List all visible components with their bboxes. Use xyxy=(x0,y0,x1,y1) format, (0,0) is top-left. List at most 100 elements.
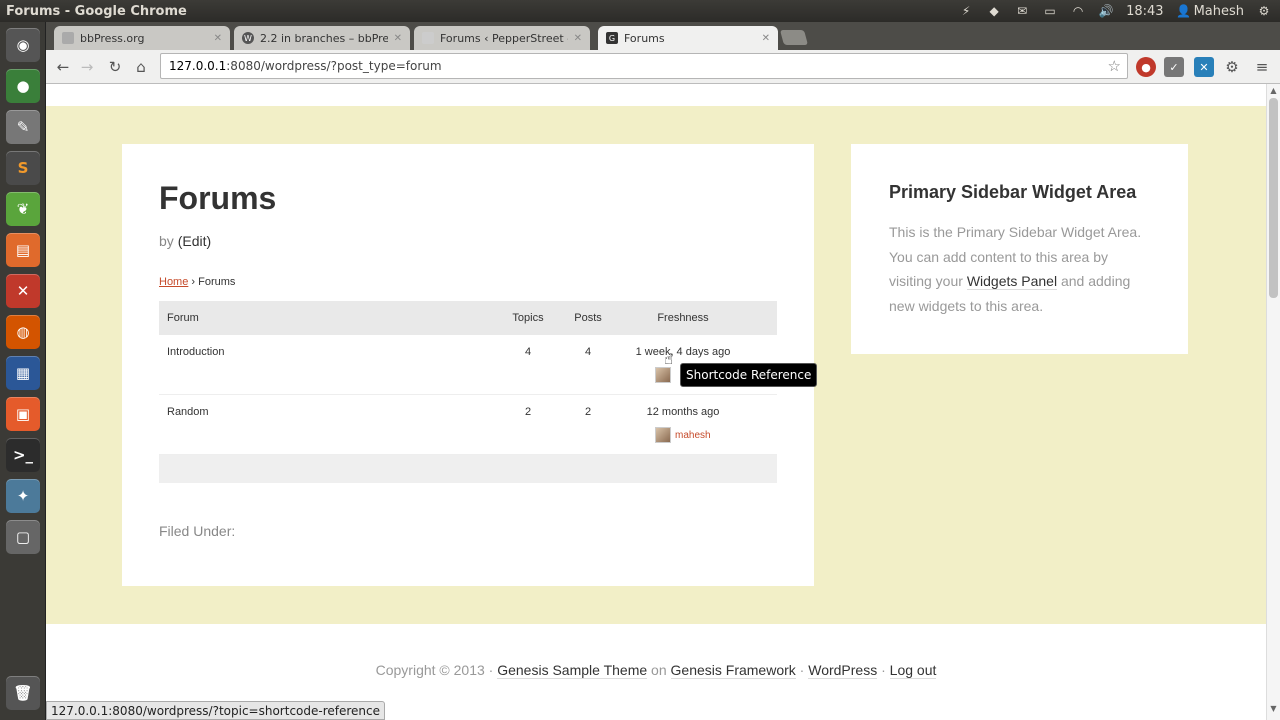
new-tab-button[interactable] xyxy=(779,30,809,45)
pocket-extension-icon[interactable]: ✓ xyxy=(1164,57,1184,77)
tab-pepperstreet[interactable]: Forums ‹ PepperStreet — ✕ xyxy=(414,26,590,50)
back-icon[interactable]: ← xyxy=(52,56,74,78)
sublime-icon[interactable]: S xyxy=(6,151,40,185)
copyright: Copyright © 2013 · xyxy=(375,662,498,678)
settings-gear-icon[interactable]: ⚙ xyxy=(1222,57,1242,77)
dash-icon[interactable]: ◉ xyxy=(6,28,40,62)
url-path: :8080/wordpress/?post_type=forum xyxy=(226,59,442,73)
toolbar: ← → ↻ ⌂ 127.0.0.1:8080/wordpress/?post_t… xyxy=(46,50,1280,84)
avatar[interactable] xyxy=(655,367,671,383)
footer-on: on xyxy=(647,662,671,678)
byline: by (Edit) xyxy=(159,233,211,249)
writer-icon[interactable]: ▦ xyxy=(6,356,40,390)
header-freshness: Freshness xyxy=(657,312,709,324)
tab-branches[interactable]: W 2.2 in branches – bbPress ✕ xyxy=(234,26,410,50)
breadcrumb-home-link[interactable]: Home xyxy=(159,276,188,288)
url-host: 127.0.0.1 xyxy=(169,59,227,73)
genesis-favicon-icon: G xyxy=(606,32,618,44)
tab-title: Forums ‹ PepperStreet — xyxy=(440,31,568,45)
web-page: Forums by (Edit) Home › Forums Forum Top… xyxy=(46,84,1266,720)
forum-link[interactable]: Introduction xyxy=(167,346,224,358)
forum-link[interactable]: Random xyxy=(167,406,209,418)
widgets-panel-link[interactable]: Widgets Panel xyxy=(966,273,1058,290)
clock[interactable]: 18:43 xyxy=(1126,4,1163,19)
mail-icon[interactable]: ✉ xyxy=(1014,3,1030,19)
tab-title: 2.2 in branches – bbPress xyxy=(260,31,388,45)
posts-count: 2 xyxy=(584,406,592,418)
header-topics: Topics xyxy=(512,312,544,324)
tab-title: Forums xyxy=(624,31,665,45)
scroll-down-icon[interactable]: ▼ xyxy=(1269,704,1278,714)
firefox-icon[interactable]: ◍ xyxy=(6,315,40,349)
menu-icon[interactable]: ≡ xyxy=(1252,57,1272,77)
author[interactable] xyxy=(655,367,675,383)
theme-link[interactable]: Genesis Sample Theme xyxy=(497,662,648,679)
dropbox-icon[interactable]: ◆ xyxy=(986,3,1002,19)
software-center-icon[interactable]: ▣ xyxy=(6,397,40,431)
launcher: ◉ ● ✎ S ❦ ▤ ✕ ◍ ▦ ▣ >_ ✦ ▢ 🗑 xyxy=(0,22,46,720)
forward-icon[interactable]: → xyxy=(76,56,98,78)
author-name[interactable]: mahesh xyxy=(675,430,711,441)
files-icon[interactable]: ▤ xyxy=(6,233,40,267)
close-icon[interactable]: ✕ xyxy=(762,33,770,44)
close-icon[interactable]: ✕ xyxy=(394,33,402,44)
record-extension-icon[interactable]: ● xyxy=(1136,57,1156,77)
sidebar-title: Primary Sidebar Widget Area xyxy=(889,182,1137,202)
footer-separator: · xyxy=(877,662,890,678)
address-bar[interactable]: 127.0.0.1:8080/wordpress/?post_type=foru… xyxy=(160,53,1128,79)
logout-link[interactable]: Log out xyxy=(889,662,937,679)
header-forum: Forum xyxy=(167,312,199,324)
wordpress-favicon-icon: W xyxy=(242,32,254,44)
close-icon[interactable]: ✕ xyxy=(574,33,582,44)
page-favicon-icon xyxy=(422,32,434,44)
framework-link[interactable]: Genesis Framework xyxy=(670,662,796,679)
trash-icon[interactable]: 🗑 xyxy=(6,676,40,710)
wifi-icon[interactable]: ◠ xyxy=(1070,3,1086,19)
byline-prefix: by xyxy=(159,233,178,249)
filed-under: Filed Under: xyxy=(159,523,236,539)
tab-forums[interactable]: G Forums ✕ xyxy=(598,26,778,50)
gear-icon[interactable]: ⚙ xyxy=(1256,3,1272,19)
footer-separator: · xyxy=(795,662,809,678)
avatar[interactable] xyxy=(655,427,671,443)
close-icon[interactable]: ✕ xyxy=(214,33,222,44)
sidebar-widget: Primary Sidebar Widget Area This is the … xyxy=(851,144,1188,354)
bbpress-favicon-icon xyxy=(62,32,74,44)
breadcrumb: Home › Forums xyxy=(159,276,235,288)
chrome-icon[interactable]: ● xyxy=(6,69,40,103)
edit-link[interactable]: (Edit) xyxy=(178,233,211,249)
leaf-icon[interactable]: ❦ xyxy=(6,192,40,226)
breadcrumb-separator: › xyxy=(188,276,199,288)
freshness-link[interactable]: 12 months ago xyxy=(619,406,747,418)
tooltip: Shortcode Reference xyxy=(680,363,818,387)
lightning-icon[interactable]: ⚡ xyxy=(958,3,974,19)
scroll-thumb[interactable] xyxy=(1269,98,1278,298)
scroll-up-icon[interactable]: ▲ xyxy=(1269,86,1278,96)
author[interactable]: mahesh xyxy=(655,427,711,443)
text-editor-icon[interactable]: ✎ xyxy=(6,110,40,144)
user-name[interactable]: Mahesh xyxy=(1194,4,1244,19)
tab-bbpress[interactable]: bbPress.org ✕ xyxy=(54,26,230,50)
table-header: Forum Topics Posts Freshness xyxy=(159,301,777,335)
top-panel: Forums - Google Chrome ⚡ ◆ ✉ ▭ ◠ 🔊 18:43… xyxy=(0,0,1280,22)
topics-count: 2 xyxy=(524,406,532,418)
cross-extension-icon[interactable]: ✕ xyxy=(1194,57,1214,77)
hand-cursor-icon: ☝ xyxy=(664,350,674,368)
app-icon[interactable]: ✦ xyxy=(6,479,40,513)
reload-icon[interactable]: ↻ xyxy=(104,56,126,78)
battery-icon[interactable]: ▭ xyxy=(1042,3,1058,19)
header-posts: Posts xyxy=(574,312,602,324)
freshness-link[interactable]: 1 week, 4 days ago xyxy=(619,346,747,358)
terminal-icon[interactable]: >_ xyxy=(6,438,40,472)
workspace-icon[interactable]: ▢ xyxy=(6,520,40,554)
panel-indicators: ⚡ ◆ ✉ ▭ ◠ 🔊 18:43 👤 Mahesh ⚙ xyxy=(958,3,1280,19)
star-icon[interactable]: ☆ xyxy=(1108,57,1121,75)
scrollbar[interactable]: ▲ ▼ xyxy=(1266,84,1280,720)
page-header-strip xyxy=(46,84,1266,106)
home-icon[interactable]: ⌂ xyxy=(130,56,152,78)
tab-strip: bbPress.org ✕ W 2.2 in branches – bbPres… xyxy=(46,22,1280,50)
sidebar-text: This is the Primary Sidebar Widget Area.… xyxy=(889,220,1149,318)
wordpress-link[interactable]: WordPress xyxy=(808,662,878,679)
volume-icon[interactable]: 🔊 xyxy=(1098,3,1114,19)
settings-icon[interactable]: ✕ xyxy=(6,274,40,308)
